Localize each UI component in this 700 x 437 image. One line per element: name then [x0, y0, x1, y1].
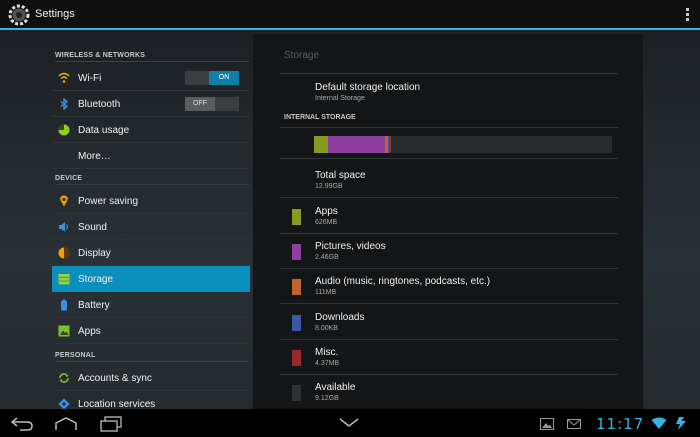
- mail-notification-icon[interactable]: [567, 418, 581, 430]
- apps-icon: [58, 325, 70, 337]
- row-value: 8.00KB: [315, 325, 338, 332]
- storage-row-apps[interactable]: Apps 626MB: [280, 198, 618, 233]
- sidebar-item-storage[interactable]: Storage: [52, 266, 250, 292]
- settings-list: WIRELESS & NETWORKS Wi-Fi ON Bluetooth O…: [52, 44, 250, 409]
- toggle-state: OFF: [185, 97, 215, 111]
- sidebar-item-label: More…: [78, 151, 111, 162]
- storage-icon: [58, 274, 70, 285]
- sidebar-item-label: Bluetooth: [78, 99, 121, 110]
- sidebar-item-label: Battery: [78, 300, 110, 311]
- color-swatch: [292, 244, 301, 260]
- row-value: 9.12GB: [315, 395, 339, 402]
- back-icon[interactable]: [10, 417, 34, 431]
- content-area: WIRELESS & NETWORKS Wi-Fi ON Bluetooth O…: [0, 30, 700, 409]
- storage-row-misc[interactable]: Misc. 4.37MB: [280, 339, 618, 374]
- panel-title: Storage: [284, 50, 320, 61]
- sidebar-item-label: Accounts & sync: [78, 373, 152, 384]
- color-swatch: [292, 279, 301, 295]
- sidebar-item-apps[interactable]: Apps: [52, 318, 250, 344]
- section-header-personal: PERSONAL: [55, 344, 249, 362]
- row-label: Misc.: [315, 347, 339, 358]
- menu-chevron-icon[interactable]: [339, 418, 359, 428]
- sidebar-item-bluetooth[interactable]: Bluetooth OFF: [52, 91, 250, 117]
- row-value: 111MB: [315, 289, 337, 296]
- color-swatch: [292, 315, 301, 331]
- bar-segment-apps: [314, 136, 328, 153]
- battery-icon: [61, 299, 67, 311]
- data-usage-icon: [58, 124, 70, 136]
- power-saving-icon: [60, 195, 68, 207]
- setting-value: Internal Storage: [315, 95, 365, 102]
- overflow-menu-icon[interactable]: [684, 6, 690, 24]
- storage-row-available: Available 9.12GB: [280, 374, 618, 409]
- toggle-state: ON: [209, 71, 239, 85]
- divider: [280, 158, 618, 159]
- color-swatch: [292, 350, 301, 366]
- location-icon: [58, 398, 70, 409]
- storage-row-audio[interactable]: Audio (music, ringtones, podcasts, etc.)…: [280, 268, 618, 303]
- internal-storage-header: INTERNAL STORAGE: [284, 114, 356, 121]
- row-label: Audio (music, ringtones, podcasts, etc.): [315, 276, 491, 287]
- setting-label: Default storage location: [315, 82, 421, 93]
- sidebar-item-display[interactable]: Display: [52, 240, 250, 266]
- bluetooth-toggle[interactable]: OFF: [185, 97, 239, 111]
- wifi-toggle[interactable]: ON: [185, 71, 239, 85]
- storage-usage-bar: [314, 136, 612, 153]
- sidebar-item-wifi[interactable]: Wi-Fi ON: [52, 65, 250, 91]
- storage-row-pictures[interactable]: Pictures, videos 2.46GB: [280, 233, 618, 268]
- section-header-wireless: WIRELESS & NETWORKS: [55, 44, 249, 62]
- sidebar-item-label: Data usage: [78, 125, 130, 136]
- home-icon[interactable]: [55, 417, 77, 431]
- settings-gear-icon[interactable]: [7, 3, 31, 27]
- row-label: Total space: [315, 170, 366, 181]
- color-swatch: [292, 385, 301, 401]
- app-title: Settings: [35, 8, 75, 20]
- display-icon: [58, 247, 70, 259]
- sidebar-item-more[interactable]: More…: [52, 143, 250, 169]
- sidebar-item-accounts-sync[interactable]: Accounts & sync: [52, 365, 250, 391]
- sidebar-item-label: Location services: [78, 399, 156, 409]
- row-label: Apps: [315, 206, 338, 217]
- sidebar-item-data-usage[interactable]: Data usage: [52, 117, 250, 143]
- row-value: 626MB: [315, 219, 338, 226]
- sidebar-item-power-saving[interactable]: Power saving: [52, 188, 250, 214]
- action-bar: Settings: [0, 0, 700, 30]
- row-label: Downloads: [315, 312, 365, 323]
- bar-segment-pictures: [328, 136, 385, 153]
- total-space-row: Total space 12.99GB: [280, 162, 618, 197]
- battery-status-icon[interactable]: [673, 416, 689, 431]
- system-nav-bar: 11:17: [0, 409, 700, 437]
- recent-apps-icon[interactable]: [100, 416, 122, 432]
- sync-icon: [59, 373, 69, 383]
- sidebar-item-label: Display: [78, 248, 111, 259]
- section-header-device: DEVICE: [55, 167, 249, 185]
- row-value: 12.99GB: [315, 183, 343, 190]
- row-value: 2.46GB: [315, 254, 339, 261]
- storage-row-downloads[interactable]: Downloads 8.00KB: [280, 304, 618, 339]
- sidebar-item-sound[interactable]: Sound: [52, 214, 250, 240]
- storage-panel: Storage Default storage location Interna…: [253, 34, 643, 409]
- row-label: Pictures, videos: [315, 241, 386, 252]
- status-clock[interactable]: 11:17: [596, 415, 644, 433]
- sidebar-item-label: Apps: [78, 326, 101, 337]
- bar-segment-misc: [389, 136, 391, 153]
- sidebar-item-label: Power saving: [78, 196, 139, 207]
- color-swatch: [292, 209, 301, 225]
- row-value: 4.37MB: [315, 360, 340, 367]
- sound-icon: [59, 222, 69, 232]
- bluetooth-icon: [60, 98, 69, 110]
- row-label: Available: [315, 382, 356, 393]
- sidebar-item-battery[interactable]: Battery: [52, 292, 250, 318]
- sidebar-item-label: Sound: [78, 222, 107, 233]
- wifi-signal-icon[interactable]: [651, 417, 667, 430]
- gallery-notification-icon[interactable]: [540, 418, 554, 430]
- sidebar-item-label: Storage: [78, 274, 114, 285]
- sidebar-item-location[interactable]: Location services: [52, 391, 250, 409]
- default-storage-location[interactable]: Default storage location Internal Storag…: [280, 74, 618, 110]
- sidebar-item-label: Wi-Fi: [78, 73, 102, 84]
- divider: [280, 127, 618, 128]
- wifi-icon: [58, 72, 70, 83]
